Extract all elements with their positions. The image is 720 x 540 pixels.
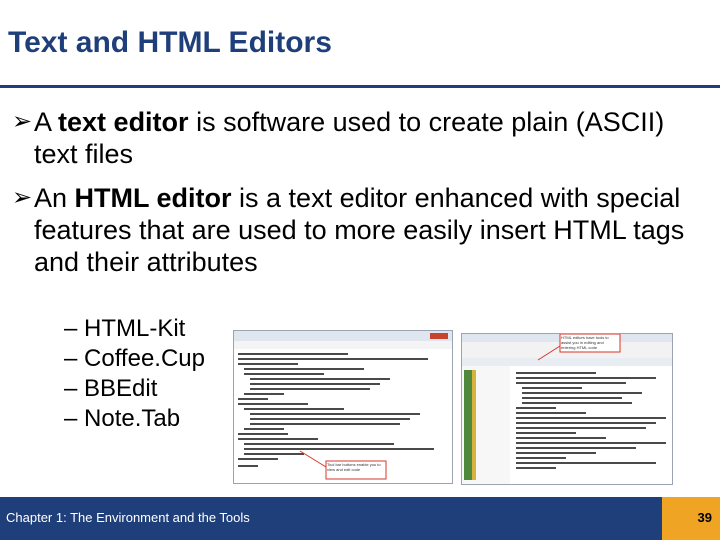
page-number: 39 [697, 510, 712, 525]
bullet-text-editor: ➢ A text editor is software used to crea… [12, 106, 712, 170]
bullet-list: ➢ A text editor is software used to crea… [12, 106, 712, 278]
arrow-bullet-icon: ➢ [12, 108, 33, 135]
bullet-pre: A [34, 107, 59, 137]
chapter-title: Chapter 1: The Environment and the Tools [6, 510, 250, 525]
arrow-bullet-icon: ➢ [12, 184, 33, 211]
html-editor-illustration [462, 334, 672, 484]
bullet-bold-term: text editor [58, 107, 189, 137]
list-item: – HTML-Kit [64, 315, 186, 342]
text-editor-illustration [234, 331, 452, 480]
bullet-pre: An [34, 183, 75, 213]
text-editor-callout: Tool bar buttons enable you to view and … [327, 462, 381, 472]
editor-examples-list: – HTML-Kit – Coffee.Cup – BBEdit – Note.… [64, 314, 205, 434]
footer-bar: Chapter 1: The Environment and the Tools… [0, 497, 720, 540]
list-item: – Coffee.Cup [64, 345, 205, 372]
title-divider [0, 85, 720, 88]
bullet-html-editor: ➢ An HTML editor is a text editor enhanc… [12, 182, 712, 278]
text-editor-screenshot: Tool bar buttons enable you to view and … [233, 330, 453, 484]
list-item: – BBEdit [64, 375, 158, 402]
bullet-bold-term: HTML editor [74, 183, 232, 213]
html-editor-screenshot: HTML editors have tools to assist you in… [461, 333, 673, 485]
footer-left: Chapter 1: The Environment and the Tools [0, 497, 662, 540]
html-editor-callout: HTML editors have tools to assist you in… [561, 335, 609, 350]
page-number-box: 39 [662, 497, 720, 540]
list-item: – Note.Tab [64, 405, 181, 432]
slide-title: Text and HTML Editors [8, 26, 332, 59]
